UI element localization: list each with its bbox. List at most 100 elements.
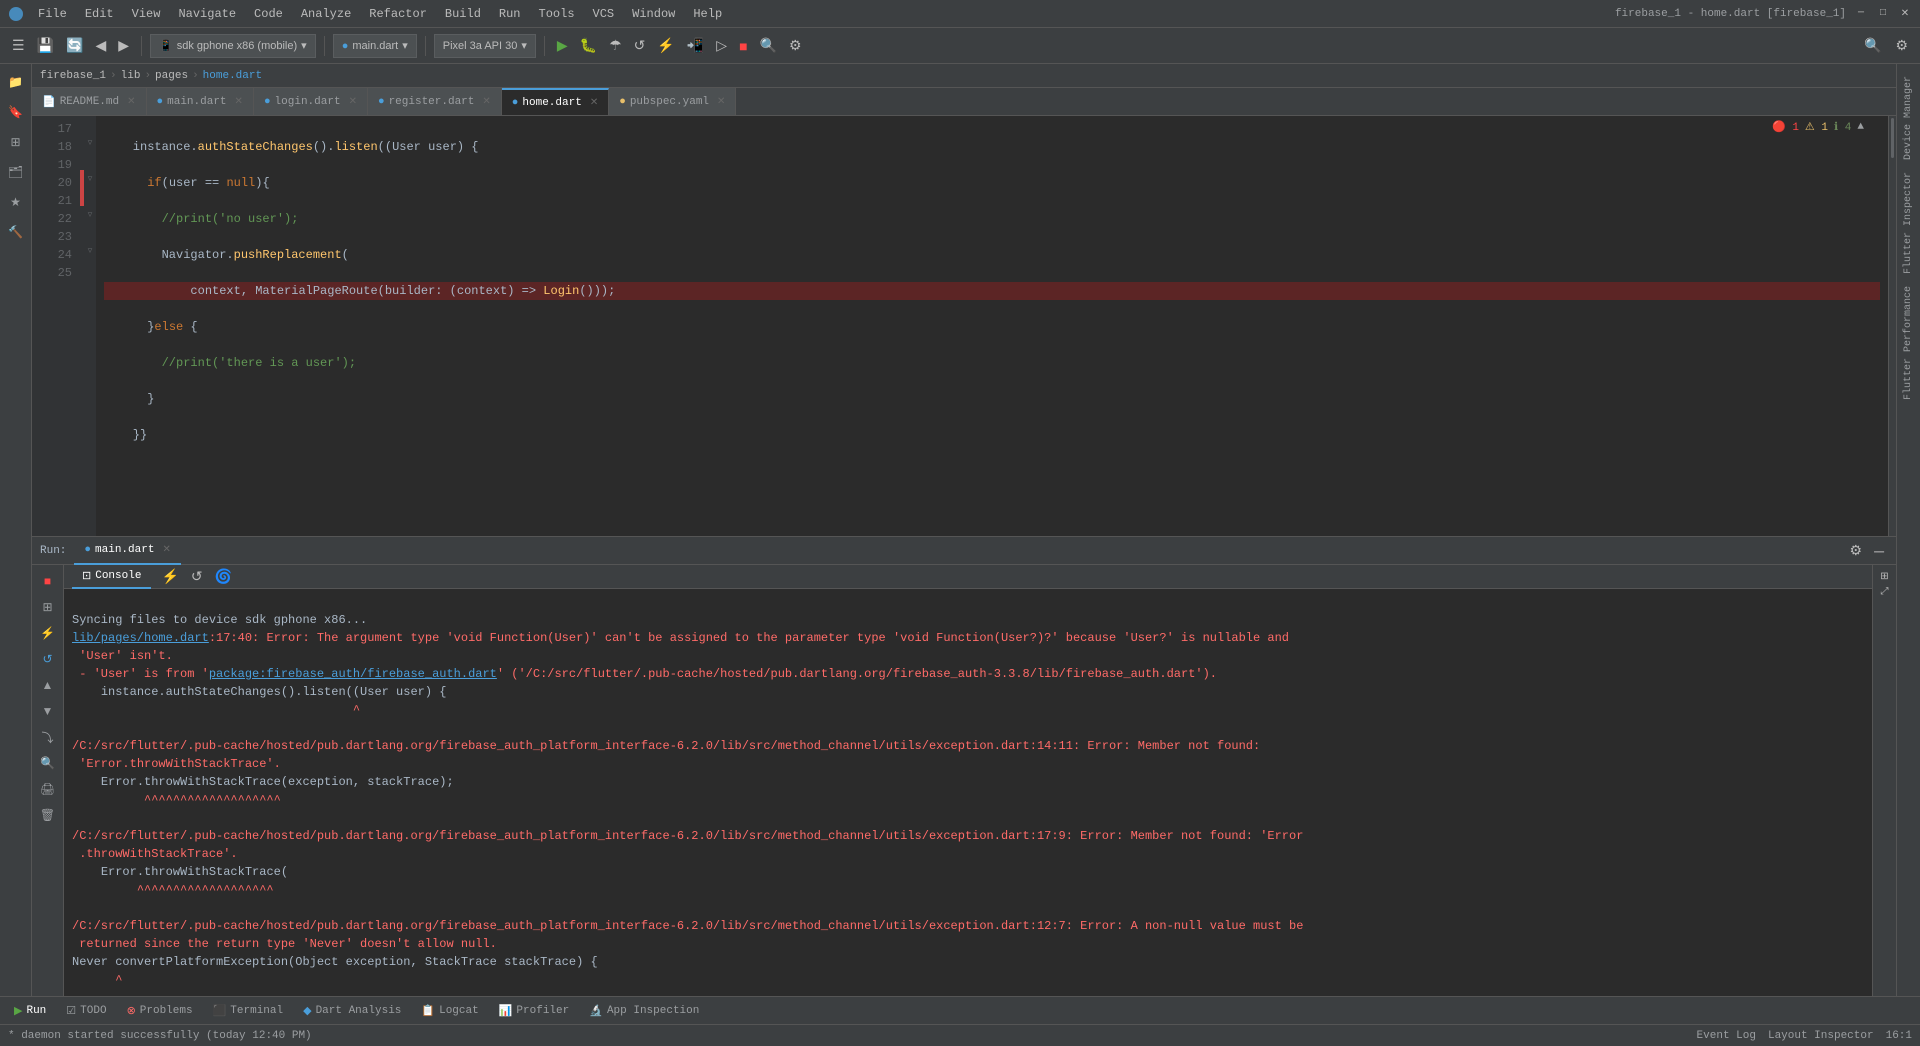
profiler-tool[interactable]: 📊 Profiler [493,1002,576,1020]
menu-analyze[interactable]: Analyze [293,5,359,23]
tab-readme[interactable]: 📄 README.md ✕ [32,88,147,116]
tab-readme-close[interactable]: ✕ [127,96,135,108]
app-inspection-tool[interactable]: 🔬 App Inspection [583,1002,705,1020]
run-settings-button[interactable]: ⚙ [1846,540,1867,561]
run-tool[interactable]: ▶ Run [8,1002,52,1020]
settings-button[interactable]: ⚙ [1891,35,1912,56]
console-lightning[interactable]: ⚡ [157,566,182,587]
emulator-selector[interactable]: Pixel 3a API 30 ▾ [434,34,536,58]
breadcrumb-project[interactable]: firebase_1 [40,70,106,82]
menu-refactor[interactable]: Refactor [361,5,435,23]
scroll-up-button[interactable]: ▲ [36,673,60,697]
filter-button[interactable]: 🔍 [36,751,60,775]
coverage-button[interactable]: ☂ [605,35,626,56]
menu-window[interactable]: Window [624,5,683,23]
run-button[interactable]: ▶ [553,35,572,56]
menu-run[interactable]: Run [491,5,529,23]
sidebar-resource[interactable]: 🗂 [2,158,30,186]
menu-vcs[interactable]: VCS [585,5,623,23]
home-dart-link[interactable]: lib/pages/home.dart [72,631,209,645]
run-panel-minimize[interactable]: ─ [1870,540,1888,561]
sidebar-favorites[interactable]: ★ [2,188,30,216]
profile-button[interactable]: ⚙ [785,35,806,56]
lightning-run-button[interactable]: ⚡ [36,621,60,645]
console-reload[interactable]: ↺ [187,566,207,587]
sidebar-structure[interactable]: ⊞ [2,128,30,156]
console-flutter-btn[interactable]: 🌀 [211,566,236,587]
event-log-link[interactable]: Event Log [1697,1030,1756,1042]
vertical-scrollbar[interactable] [1888,116,1896,536]
problems-tool[interactable]: ⊗ Problems [121,1002,199,1020]
right-sidebar-device-manager[interactable]: Device Manager [1901,72,1916,164]
menu-code[interactable]: Code [246,5,291,23]
console-output[interactable]: Syncing files to device sdk gphone x86..… [64,589,1872,996]
menu-help[interactable]: Help [685,5,730,23]
wrap-toggle-button[interactable]: ⤵ [36,725,60,749]
run-tab-close[interactable]: ✕ [162,544,170,556]
print-button[interactable]: 🖨 [36,777,60,801]
sidebar-project[interactable]: 📁 [2,68,30,96]
menu-edit[interactable]: Edit [77,5,122,23]
tab-home[interactable]: ● home.dart ✕ [502,88,609,116]
breadcrumb-pages[interactable]: pages [155,70,188,82]
device-mirror-button[interactable]: 📲 [683,35,708,56]
run-tab-main[interactable]: ● main.dart ✕ [74,537,180,565]
tab-main[interactable]: ● main.dart ✕ [147,88,254,116]
menu-navigate[interactable]: Navigate [170,5,244,23]
tab-main-close[interactable]: ✕ [235,96,243,108]
stop-run-button[interactable]: ■ [36,569,60,593]
flutter-reload-button[interactable]: ↺ [36,647,60,671]
inspect-button[interactable]: 🔍 [756,35,781,56]
tab-pubspec-close[interactable]: ✕ [717,96,725,108]
run-panel-expand[interactable]: ⤢ [1877,584,1893,599]
console-tab[interactable]: ⊡ Console [72,565,151,589]
code-content[interactable]: instance.authStateChanges().listen((User… [96,116,1888,536]
tab-pubspec[interactable]: ● pubspec.yaml ✕ [609,88,736,116]
tab-login[interactable]: ● login.dart ✕ [254,88,368,116]
back-button[interactable]: ◀ [91,35,110,56]
menu-build[interactable]: Build [437,5,489,23]
sidebar-bookmark[interactable]: 🔖 [2,98,30,126]
file-selector[interactable]: ● main.dart ▾ [333,34,417,58]
breadcrumb-file[interactable]: home.dart [203,70,262,82]
lightning-button[interactable]: ⚡ [653,35,678,56]
run-device-button[interactable]: ▷ [712,35,731,56]
menu-view[interactable]: View [124,5,169,23]
menu-tools[interactable]: Tools [531,5,583,23]
layout-inspector-link[interactable]: Layout Inspector [1768,1030,1874,1042]
device-selector[interactable]: 📱 sdk gphone x86 (mobile) ▾ [150,34,316,58]
right-sidebar-flutter-performance[interactable]: Flutter Performance [1901,282,1916,404]
tab-register[interactable]: ● register.dart ✕ [368,88,502,116]
right-sidebar-flutter-inspector[interactable]: Flutter Inspector [1901,168,1916,278]
minimize-button[interactable]: ─ [1854,7,1868,21]
scroll-down-button[interactable]: ▼ [36,699,60,723]
terminal-tool[interactable]: ⬛ Terminal [207,1002,290,1020]
tab-login-close[interactable]: ✕ [349,96,357,108]
sync-button[interactable]: 🔄 [62,35,87,56]
code-editor: 17 18 19 20 21 22 23 24 25 [32,116,1896,536]
run-panel-split[interactable]: ⊞ [1876,569,1892,584]
expand-icon[interactable]: ▲ [1857,121,1864,133]
dart-analysis-tool[interactable]: ◆ Dart Analysis [297,1002,407,1020]
menu-toggle-button[interactable]: ☰ [8,35,29,56]
debug-button[interactable]: 🐛 [576,35,601,56]
search-everywhere-button[interactable]: 🔍 [1860,35,1885,56]
tab-register-close[interactable]: ✕ [482,96,490,108]
todo-tool[interactable]: ☑ TODO [60,1002,112,1020]
sidebar-build[interactable]: 🔨 [2,218,30,246]
stop-button[interactable]: ■ [735,36,751,56]
firebase-auth-link[interactable]: package:firebase_auth/firebase_auth.dart [209,667,497,681]
close-button[interactable]: ✕ [1898,7,1912,21]
clear-button[interactable]: 🗑 [36,803,60,827]
cursor-position[interactable]: 16:1 [1886,1030,1912,1042]
logcat-tool[interactable]: 📋 Logcat [415,1002,484,1020]
console-toggle-button[interactable]: ⊞ [36,595,60,619]
save-button[interactable]: 💾 [33,35,58,56]
info-count: ℹ 4 [1834,120,1851,134]
forward-button[interactable]: ▶ [114,35,133,56]
maximize-button[interactable]: □ [1876,7,1890,21]
rerun-button[interactable]: ↺ [630,35,650,56]
tab-home-close[interactable]: ✕ [590,97,598,109]
breadcrumb-lib[interactable]: lib [121,70,141,82]
menu-file[interactable]: File [30,5,75,23]
